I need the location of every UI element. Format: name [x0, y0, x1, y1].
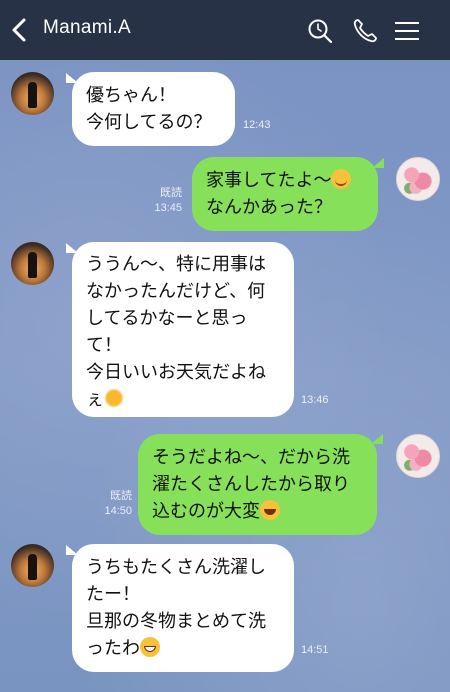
message-meta: 既読 14:50 — [90, 489, 132, 519]
contact-name[interactable]: Manami.A — [43, 17, 131, 39]
read-receipt: 既読 — [110, 490, 132, 502]
contact-avatar[interactable] — [11, 242, 54, 285]
back-arrow-icon[interactable] — [8, 16, 32, 44]
my-avatar[interactable] — [396, 434, 440, 478]
message-line: 旦那の冬物まとめて洗 — [86, 611, 266, 632]
message-bubble-outgoing[interactable]: 家事してたよ〜 なんかあった？ — [192, 157, 378, 231]
message-line: ううん〜、特に用事は — [86, 254, 266, 275]
message-time: 12:43 — [243, 119, 271, 131]
message-line: なかったんだけど、何 — [86, 281, 266, 302]
message-time: 14:50 — [104, 505, 132, 517]
message-meta: 既読 13:45 — [140, 186, 182, 216]
message-line: してるかなーと思っ — [86, 308, 248, 329]
menu-icon[interactable] — [392, 17, 422, 45]
message-line: ったわ — [86, 635, 280, 662]
message-line: 濯たくさんしたから取り — [152, 474, 350, 495]
message-line: 優ちゃん！ — [86, 85, 176, 106]
message-line: 今日いいお天気だよね — [86, 362, 266, 383]
message-bubble-outgoing[interactable]: そうだよね〜、だから洗 濯たくさんしたから取り 込むのが大変 — [138, 434, 377, 535]
message-line: なんかあった？ — [206, 197, 332, 218]
message-bubble-incoming[interactable]: ううん〜、特に用事は なかったんだけど、何 してるかなーと思っ て！ 今日いいお… — [72, 242, 294, 417]
my-avatar[interactable] — [396, 157, 440, 201]
grinning-emoji — [140, 637, 160, 657]
sun-emoji — [104, 388, 124, 408]
message-line: ぇ — [86, 386, 280, 413]
message-line: 家事してたよ〜 — [206, 167, 364, 194]
message-line: そうだよね〜、だから洗 — [152, 447, 350, 468]
laughing-tears-emoji — [260, 500, 280, 520]
message-time: 13:45 — [154, 202, 182, 214]
read-receipt: 既読 — [160, 187, 182, 199]
message-line: 込むのが大変 — [152, 498, 363, 525]
chat-header: Manami.A — [0, 0, 450, 60]
message-bubble-incoming[interactable]: うちもたくさん洗濯し たー！ 旦那の冬物まとめて洗 ったわ — [72, 544, 294, 672]
smiling-face-emoji — [331, 169, 352, 189]
message-line: たー！ — [86, 584, 140, 605]
message-line: うちもたくさん洗濯し — [86, 557, 266, 578]
phone-icon[interactable] — [351, 17, 379, 45]
search-icon[interactable] — [306, 17, 334, 45]
contact-avatar[interactable] — [11, 544, 54, 587]
contact-avatar[interactable] — [11, 72, 54, 115]
message-bubble-incoming[interactable]: 優ちゃん！ 今何してるの？ — [72, 72, 235, 146]
message-line: 今何してるの？ — [86, 112, 212, 133]
message-time: 14:51 — [301, 644, 329, 656]
message-line: て！ — [86, 335, 122, 356]
message-time: 13:46 — [301, 394, 329, 406]
